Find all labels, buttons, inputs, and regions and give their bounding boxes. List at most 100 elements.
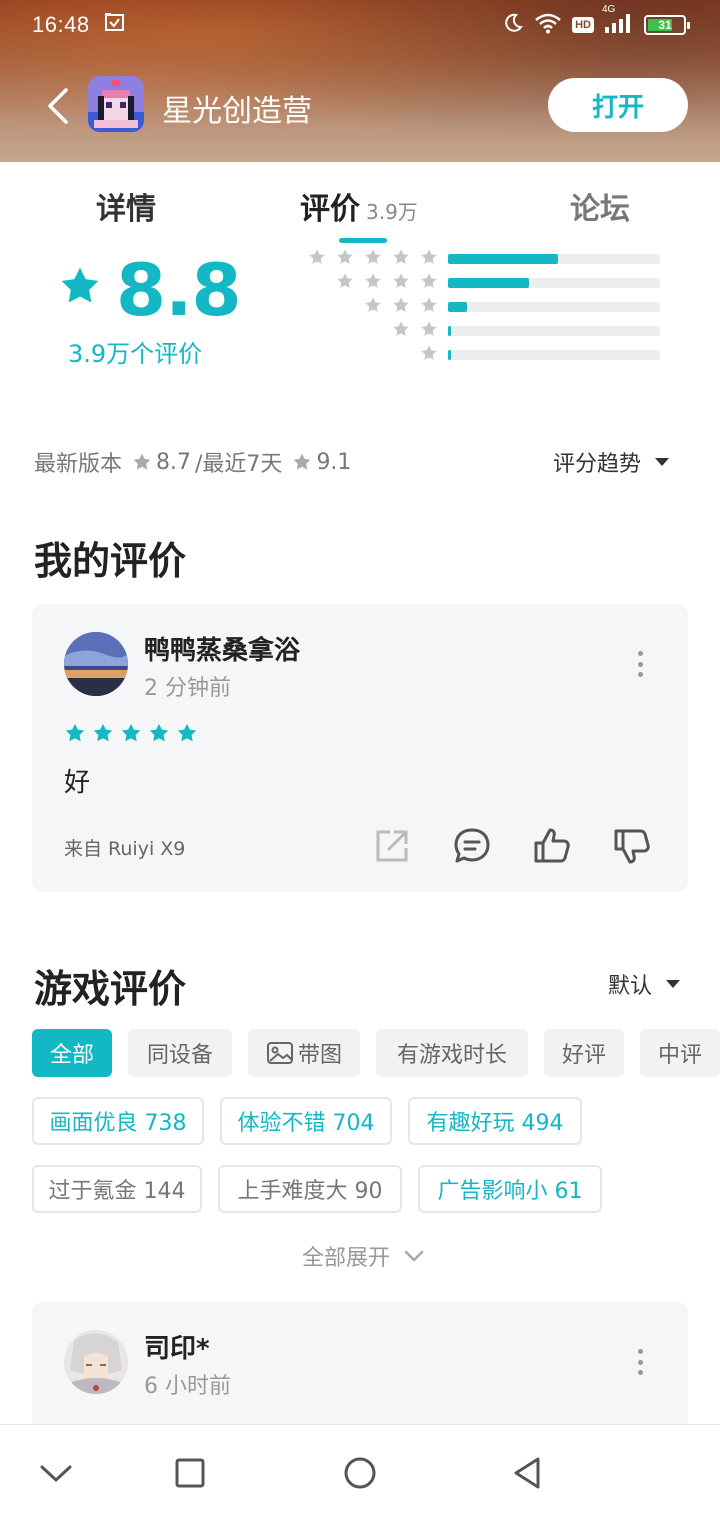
tab-forum[interactable]: 论坛 — [570, 184, 630, 228]
expand-all-label: 全部展开 — [302, 1246, 391, 1271]
review-device: 来自 Ruiyi X9 — [64, 838, 186, 860]
app-title: 星光创造营 — [162, 94, 312, 129]
filter-chip[interactable]: 全部 — [32, 1029, 112, 1077]
rating-bar-fill — [448, 254, 559, 264]
star-icon — [309, 249, 325, 264]
rating-bar-track — [448, 278, 660, 288]
filter-chip-label: 带图 — [297, 1043, 342, 1068]
chevron-down-icon[interactable] — [36, 1453, 76, 1493]
star-icon — [393, 249, 409, 264]
rating-bar-track — [448, 326, 660, 336]
rating-dist-row-2 — [300, 318, 670, 342]
star-icon — [393, 321, 409, 336]
tag-chip[interactable]: 广告影响小 61 — [418, 1165, 602, 1213]
tab-review[interactable]: 评价 3.9万 — [300, 184, 418, 228]
star-icon — [93, 723, 113, 742]
latest-version-score: 8.7 — [156, 449, 192, 475]
star-icon — [421, 297, 437, 312]
dist-stars — [308, 248, 438, 266]
star-icon — [65, 723, 85, 742]
star-icon — [393, 273, 409, 288]
tab-review-count: 3.9万 — [366, 200, 418, 224]
tag-chip[interactable]: 体验不错 704 — [220, 1097, 392, 1145]
home-icon[interactable] — [340, 1453, 380, 1493]
status-bar: 16:48 HD 4G 31 — [32, 4, 690, 40]
filter-chip[interactable]: 有游戏时长 — [376, 1029, 528, 1077]
star-icon — [421, 321, 437, 336]
sort-dropdown[interactable]: 默认 — [608, 968, 681, 1000]
dist-stars — [420, 344, 438, 362]
dist-stars — [364, 296, 438, 314]
filter-chip[interactable]: 带图 — [248, 1029, 360, 1077]
tag-chip[interactable]: 画面优良 738 — [32, 1097, 204, 1145]
expand-all-button[interactable]: 全部展开 — [302, 1240, 424, 1272]
review-card: 司印* 6 小时前 — [32, 1302, 688, 1442]
dislike-icon[interactable] — [612, 826, 652, 866]
star-icon — [393, 297, 409, 312]
avatar[interactable] — [64, 632, 128, 696]
filter-chip[interactable]: 好评 — [544, 1029, 624, 1077]
rating-score: 8.8 — [116, 248, 242, 332]
review-user-name[interactable]: 司印* — [144, 1328, 210, 1365]
moon-icon — [502, 12, 524, 38]
rating-bar-fill — [448, 302, 468, 312]
star-icon — [421, 345, 437, 360]
share-icon[interactable] — [372, 826, 412, 866]
back-arrow-icon[interactable] — [44, 86, 74, 126]
rating-trend-dropdown[interactable]: 评分趋势 — [553, 446, 670, 478]
tab-detail[interactable]: 详情 — [96, 184, 156, 228]
sort-label: 默认 — [608, 974, 653, 999]
tag-chip[interactable]: 过于氪金 144 — [32, 1165, 202, 1213]
like-icon[interactable] — [532, 826, 572, 866]
open-button[interactable]: 打开 — [548, 78, 688, 132]
status-time: 16:48 — [32, 12, 90, 37]
battery-icon: 31 — [644, 15, 690, 35]
star-icon — [337, 249, 353, 264]
star-icon — [365, 273, 381, 288]
rating-count: 3.9万个评价 — [68, 340, 203, 368]
star-icon — [61, 267, 99, 303]
rating-trend-label: 评分趋势 — [553, 452, 642, 477]
tab-bar: 详情 评价 3.9万 论坛 — [0, 162, 720, 242]
rating-dist-row-1 — [300, 342, 670, 366]
caret-down-icon — [655, 458, 670, 466]
review-time: 2 分钟前 — [144, 676, 231, 701]
star-icon — [177, 723, 197, 742]
tag-chip[interactable]: 上手难度大 90 — [218, 1165, 402, 1213]
avatar[interactable] — [64, 1330, 128, 1394]
app-bar: 星光创造营 打开 — [0, 76, 720, 136]
app-icon — [88, 76, 144, 132]
comment-icon[interactable] — [452, 826, 492, 866]
signal-icon: 4G — [602, 4, 634, 38]
recent-score: 9.1 — [316, 449, 352, 475]
star-icon — [421, 273, 437, 288]
screenshot-icon — [104, 12, 126, 38]
chevron-down-icon — [404, 1250, 424, 1262]
filter-chip[interactable]: 同设备 — [128, 1029, 232, 1077]
network-type: 4G — [602, 4, 616, 15]
dist-stars — [336, 272, 438, 290]
dist-stars — [392, 320, 438, 338]
version-rating-row: 最新版本 8.7 /最近7天 9.1 — [34, 446, 351, 478]
star-icon — [294, 453, 311, 470]
back-triangle-icon[interactable] — [508, 1453, 548, 1493]
review-text: 好 — [64, 768, 91, 798]
more-options-icon[interactable] — [636, 1349, 644, 1375]
review-user-name[interactable]: 鸭鸭蒸桑拿浴 — [144, 630, 300, 667]
tag-chip[interactable]: 有趣好玩 494 — [408, 1097, 582, 1145]
more-options-icon[interactable] — [636, 651, 644, 677]
wifi-icon — [534, 12, 562, 38]
rating-dist-row-5 — [300, 246, 670, 270]
star-icon — [365, 297, 381, 312]
rating-dist-row-4 — [300, 270, 670, 294]
star-icon — [337, 273, 353, 288]
filter-chip-label: 中评 — [657, 1043, 702, 1068]
star-icon — [133, 453, 151, 470]
filter-chip[interactable]: 中评 — [640, 1029, 720, 1077]
filter-chip-label: 同设备 — [146, 1043, 213, 1068]
star-icon — [421, 249, 437, 264]
filter-chip-label: 好评 — [561, 1043, 606, 1068]
recent-apps-icon[interactable] — [170, 1453, 210, 1493]
active-tab-indicator — [339, 238, 387, 243]
rating-dist-row-3 — [300, 294, 670, 318]
